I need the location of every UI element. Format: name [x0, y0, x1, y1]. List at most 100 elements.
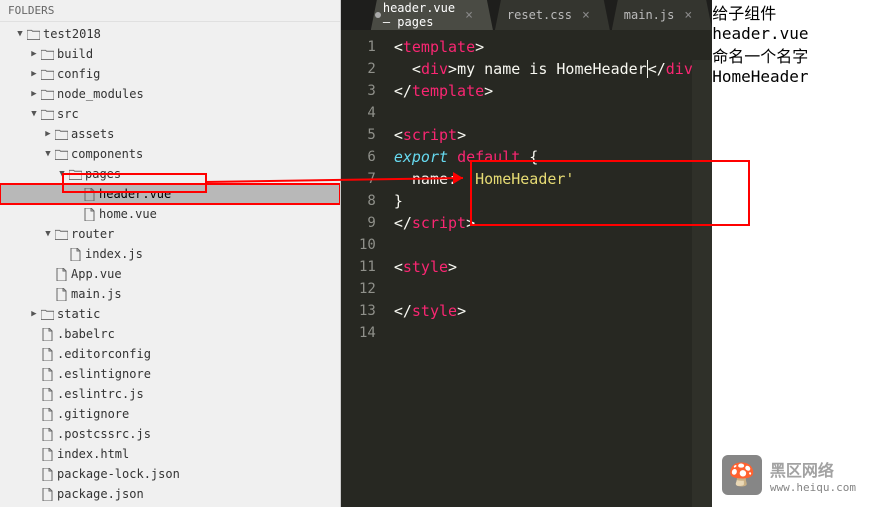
folders-header: FOLDERS	[0, 0, 340, 22]
folder-node[interactable]: ▼router	[0, 224, 340, 244]
folder-icon	[54, 229, 68, 240]
line-number: 4	[341, 102, 376, 124]
file-node[interactable]: package.json	[0, 484, 340, 504]
close-icon[interactable]: ×	[582, 8, 590, 23]
twisty-icon[interactable]: ▼	[28, 109, 40, 119]
line-number: 14	[341, 322, 376, 344]
line-number: 13	[341, 300, 376, 322]
line-number: 10	[341, 234, 376, 256]
twisty-icon[interactable]: ▶	[42, 129, 54, 139]
file-node[interactable]: .eslintrc.js	[0, 384, 340, 404]
line-number: 12	[341, 278, 376, 300]
file-node[interactable]: .babelrc	[0, 324, 340, 344]
node-label: header.vue	[99, 187, 171, 201]
close-icon[interactable]: ×	[684, 8, 692, 23]
node-label: .postcssrc.js	[57, 427, 151, 441]
code-editor: header.vue — pages × reset.css × main.js × 12…	[341, 0, 712, 507]
folder-node[interactable]: ▶ config	[0, 64, 340, 84]
node-label: static	[57, 307, 100, 321]
folder-icon	[40, 109, 54, 120]
file-icon	[82, 208, 96, 221]
folder-node[interactable]: ▼test2018	[0, 24, 340, 44]
folder-icon	[68, 169, 82, 180]
file-node[interactable]: header.vue	[0, 184, 340, 204]
watermark: 🍄 黑区网络 www.heiqu.com	[722, 455, 856, 495]
line-number: 2	[341, 58, 376, 80]
node-label: config	[57, 67, 100, 81]
folder-node[interactable]: ▼src	[0, 104, 340, 124]
line-number: 3	[341, 80, 376, 102]
dirty-indicator-icon	[375, 12, 381, 18]
file-node[interactable]: index.js	[0, 244, 340, 264]
line-gutter: 1234567891011121314	[341, 30, 386, 507]
line-number: 8	[341, 190, 376, 212]
folder-icon	[40, 89, 54, 100]
file-node[interactable]: home.vue	[0, 204, 340, 224]
folder-node[interactable]: ▼ pages	[0, 164, 340, 184]
node-label: main.js	[71, 287, 122, 301]
tab-label: main.js	[624, 8, 675, 22]
file-node[interactable]: package-lock.json	[0, 464, 340, 484]
close-icon[interactable]: ×	[465, 8, 473, 23]
file-icon	[40, 388, 54, 401]
tab-bar: header.vue — pages × reset.css × main.js ×	[341, 0, 712, 30]
line-number: 5	[341, 124, 376, 146]
file-icon	[40, 448, 54, 461]
file-node[interactable]: .gitignore	[0, 404, 340, 424]
node-label: pages	[85, 167, 121, 181]
code-content[interactable]: <template> <div>my name is HomeHeader</d…	[386, 30, 712, 507]
node-label: package.json	[57, 487, 144, 501]
node-label: node_modules	[57, 87, 144, 101]
file-icon	[40, 488, 54, 501]
tab-label: reset.css	[507, 8, 572, 22]
folder-node[interactable]: ▶ node_modules	[0, 84, 340, 104]
twisty-icon[interactable]: ▶	[28, 69, 40, 79]
file-icon	[40, 468, 54, 481]
twisty-icon[interactable]: ▼	[14, 29, 26, 39]
line-number: 6	[341, 146, 376, 168]
folder-node[interactable]: ▼ components	[0, 144, 340, 164]
editor-tab[interactable]: header.vue — pages ×	[371, 0, 493, 30]
node-label: components	[71, 147, 143, 161]
tab-label: header.vue — pages	[383, 1, 455, 29]
file-node[interactable]: index.html	[0, 444, 340, 464]
line-number: 11	[341, 256, 376, 278]
folder-icon	[40, 69, 54, 80]
editor-tab[interactable]: reset.css ×	[495, 0, 610, 30]
folder-icon	[40, 49, 54, 60]
file-icon	[40, 368, 54, 381]
folder-node[interactable]: ▶ static	[0, 304, 340, 324]
mushroom-icon: 🍄	[722, 455, 762, 495]
node-label: App.vue	[71, 267, 122, 281]
node-label: package-lock.json	[57, 467, 180, 481]
twisty-icon[interactable]: ▼	[42, 229, 54, 239]
file-icon	[40, 408, 54, 421]
file-icon	[40, 428, 54, 441]
node-label: .gitignore	[57, 407, 129, 421]
file-node[interactable]: .eslintignore	[0, 364, 340, 384]
file-tree[interactable]: ▼test2018▶build▶config▶node_modules▼src▶…	[0, 22, 340, 507]
folder-node[interactable]: ▶assets	[0, 124, 340, 144]
folder-icon	[26, 29, 40, 40]
folder-node[interactable]: ▶build	[0, 44, 340, 64]
file-node[interactable]: .editorconfig	[0, 344, 340, 364]
file-node[interactable]: .postcssrc.js	[0, 424, 340, 444]
folder-icon	[54, 129, 68, 140]
file-node[interactable]: main.js	[0, 284, 340, 304]
line-number: 9	[341, 212, 376, 234]
twisty-icon[interactable]: ▼	[42, 149, 54, 159]
file-icon	[68, 248, 82, 261]
line-number: 7	[341, 168, 376, 190]
twisty-icon[interactable]: ▶	[28, 309, 40, 319]
folder-icon	[54, 149, 68, 160]
file-node[interactable]: App.vue	[0, 264, 340, 284]
twisty-icon[interactable]: ▼	[56, 169, 68, 179]
twisty-icon[interactable]: ▶	[28, 49, 40, 59]
editor-tab[interactable]: main.js ×	[612, 0, 712, 30]
file-explorer-sidebar: FOLDERS ▼test2018▶build▶config▶node_modu…	[0, 0, 341, 507]
node-label: home.vue	[99, 207, 157, 221]
twisty-icon[interactable]: ▶	[28, 89, 40, 99]
minimap[interactable]	[692, 60, 712, 507]
code-area[interactable]: 1234567891011121314 <template> <div>my n…	[341, 30, 712, 507]
node-label: .eslintrc.js	[57, 387, 144, 401]
